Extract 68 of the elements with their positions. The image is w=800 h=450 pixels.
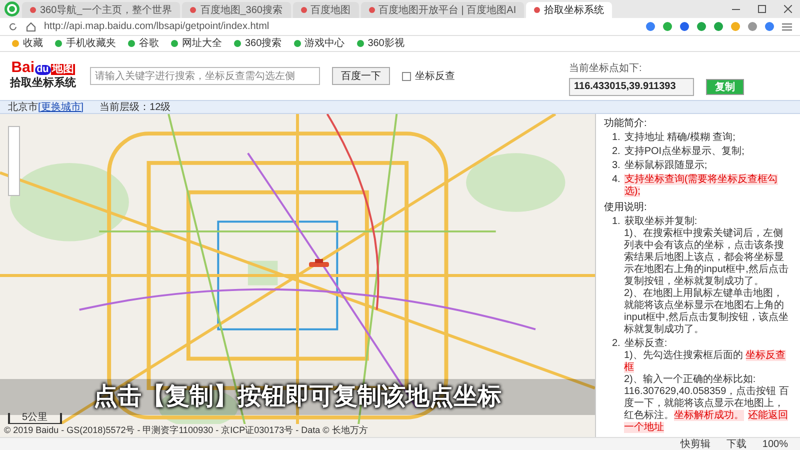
city-label: 北京市	[8, 100, 38, 114]
minimize-icon[interactable]	[732, 8, 740, 10]
bookmark-link[interactable]: 游戏中心	[294, 36, 345, 51]
instruction-text: 坐标反查:	[624, 338, 668, 350]
instruction-text: 获取坐标并复制:	[624, 216, 698, 228]
browser-logo-icon[interactable]	[4, 1, 20, 17]
list-number: 1.	[612, 132, 620, 144]
bookmark-favicon-icon	[294, 40, 301, 47]
list-number: 2.	[612, 146, 620, 158]
bookmark-link[interactable]: 360影视	[356, 36, 404, 51]
browser-tab[interactable]: 百度地图_360搜索	[182, 2, 290, 18]
search-button[interactable]: 百度一下	[332, 67, 390, 85]
tab-favicon-icon	[190, 7, 196, 13]
coordinate-label: 当前坐标点如下:	[569, 62, 643, 76]
logo-text: Bai	[11, 60, 35, 76]
list-number: 2.	[612, 338, 620, 350]
status-item[interactable]: 下载	[726, 436, 746, 450]
checkbox-label: 坐标反查	[415, 70, 455, 84]
map-copyright: © 2019 Baidu - GS(2018)5572号 - 甲测资字1100930 - 京ICP证030173号 - Data © 长地万方	[4, 424, 368, 437]
list-number: 1.	[612, 216, 620, 228]
section-title: 使用说明:	[604, 202, 648, 214]
logo-subtitle: 拾取坐标系统	[10, 76, 76, 92]
browser-tab[interactable]: 百度地图	[292, 2, 358, 18]
bookmark-link[interactable]: 360搜索	[234, 36, 282, 51]
bookmark-favicon-icon	[356, 40, 364, 47]
coordinate-field[interactable]: 116.433015,39.911393	[569, 78, 694, 96]
instruction-text: 支持地址 精确/模糊 查询;	[624, 132, 736, 144]
tab-favicon-icon	[534, 7, 540, 13]
refresh-icon[interactable]	[8, 22, 18, 32]
bookmark-favicon-icon	[128, 40, 135, 47]
list-number: 4.	[612, 174, 620, 187]
bookmark-favicon-icon	[171, 40, 178, 47]
search-field[interactable]: 请输入关键字进行搜索，坐标反查需勾选左侧	[90, 67, 320, 85]
tab-favicon-icon	[30, 7, 36, 13]
instruction-text: 1)、先勾选住搜索框后面的 坐标反查框	[624, 350, 787, 374]
reverse-lookup-checkbox[interactable]	[402, 72, 411, 80]
tab-favicon-icon	[368, 7, 374, 13]
bookmark-favicon-icon	[12, 40, 19, 47]
instruction-text: 2)、输入一个正确的坐标比如: 116.307629,40.058359，点击按钮 百度一下，就能将该点显示在地图上，红色标注。坐标解析成功。 还能返回一个地址	[624, 374, 790, 434]
address-field[interactable]: http://api.map.baidu.com/lbsapi/getpoint/index.html	[44, 19, 638, 34]
instruction-text: 支持POI点坐标显示、复制;	[624, 146, 744, 158]
bookmark-link[interactable]: 收藏	[12, 36, 43, 51]
browser-tab[interactable]: 拾取坐标系统	[526, 2, 612, 18]
bookmark-favicon-icon	[234, 40, 241, 47]
instruction-text: 1)、在搜索框中搜索关键词后，左侧列表中会有该点的坐标，点击该条搜索结果后地图上该点，都会将坐标显示在地图右上角的input框中,然后点击复制按钮，坐标就复制成功了。	[624, 228, 790, 288]
bookmark-link[interactable]: 谷歌	[128, 36, 159, 51]
status-item[interactable]: 100%	[762, 436, 788, 450]
zoom-control[interactable]	[8, 126, 20, 196]
bookmark-link[interactable]: 网址大全	[171, 36, 222, 51]
status-item[interactable]: 快剪辑	[680, 436, 710, 450]
browser-tab[interactable]: 百度地图开放平台 | 百度地图AI	[360, 2, 524, 18]
location-marker-icon	[309, 259, 330, 270]
instruction-text: 2)、在地图上用鼠标左键单击地图，就能将该点坐标显示在地图右上角的input框中,然后点击复制按钮，该点坐标就复制成功了。	[624, 288, 790, 336]
zoom-level-label: 当前层级：12级	[100, 100, 171, 114]
menu-icon[interactable]	[782, 22, 792, 30]
change-city-link[interactable]: [更换城市]	[38, 100, 84, 114]
section-title: 功能简介:	[604, 118, 648, 130]
instruction-text: 坐标鼠标跟随显示;	[624, 160, 708, 172]
logo-paw-text: du	[34, 65, 51, 76]
bookmark-favicon-icon	[55, 40, 62, 47]
list-number: 3.	[612, 160, 620, 172]
bookmark-link[interactable]: 手机收藏夹	[55, 36, 116, 51]
close-icon[interactable]	[784, 5, 792, 13]
browser-tab[interactable]: 360导航_一个主页，整个世界	[22, 2, 180, 18]
home-icon[interactable]	[26, 22, 36, 32]
maximize-icon[interactable]	[758, 5, 766, 13]
instruction-text: 支持坐标查询(需要将坐标反查框勾选);	[624, 174, 779, 198]
tab-favicon-icon	[300, 7, 306, 13]
